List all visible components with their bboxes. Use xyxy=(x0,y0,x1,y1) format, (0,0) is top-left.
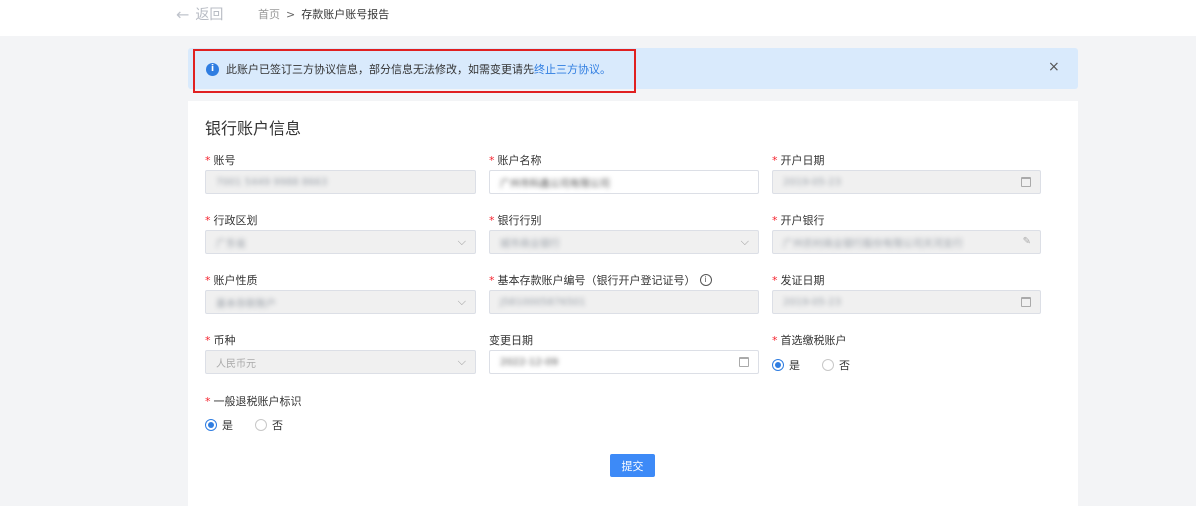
preferred-tax-no-label[interactable]: 否 xyxy=(839,357,850,373)
help-circle-icon[interactable]: i xyxy=(699,274,712,286)
bank-type-label: * 银行行别 xyxy=(489,212,542,228)
required-mark: * xyxy=(772,273,778,287)
required-mark: * xyxy=(489,273,495,287)
basic-account-no-field[interactable]: J5810005876501 xyxy=(489,290,759,314)
required-mark: * xyxy=(489,213,495,227)
breadcrumb-current: 存款账户账号报告 xyxy=(301,8,390,21)
refund-flag-label: * 一般退税账户标识 xyxy=(205,393,302,409)
account-name-field[interactable]: 广州市科鑫公司有限公司 xyxy=(489,170,759,194)
open-bank-value: 广州农村商业银行股份有限公司天河支行 xyxy=(783,238,963,250)
required-mark: * xyxy=(205,273,211,287)
calendar-icon xyxy=(1021,177,1031,187)
terminate-agreement-link[interactable]: 终止三方协议 xyxy=(534,63,600,76)
preferred-tax-no-radio[interactable] xyxy=(822,359,834,371)
required-mark: * xyxy=(205,213,211,227)
district-label: * 行政区划 xyxy=(205,212,258,228)
preferred-tax-yes-radio[interactable] xyxy=(772,359,784,371)
currency-label-text: 币种 xyxy=(213,334,236,347)
alert-message: 此账户已签订三方协议信息，部分信息无法修改，如需变更请先终止三方协议。 xyxy=(226,61,611,77)
account-name-label: * 账户名称 xyxy=(489,152,542,168)
required-mark: * xyxy=(205,394,211,408)
open-bank-field[interactable]: 广州农村商业银行股份有限公司天河支行 ✎ xyxy=(772,230,1041,254)
chevron-down-icon: ⌵ xyxy=(457,295,466,308)
open-date-field[interactable]: 2019-05-23 xyxy=(772,170,1041,194)
required-mark: * xyxy=(205,333,211,347)
account-nature-select[interactable]: 基本存款账户 ⌵ xyxy=(205,290,476,314)
info-icon: i xyxy=(206,63,219,76)
basic-account-no-value: J5810005876501 xyxy=(500,296,586,308)
required-mark: * xyxy=(772,153,778,167)
change-date-value: 2022-12-09 xyxy=(500,356,559,368)
calendar-icon xyxy=(739,357,749,367)
open-bank-label-text: 开户银行 xyxy=(780,214,825,227)
basic-account-no-label: * 基本存款账户编号（银行开户登记证号） i xyxy=(489,272,712,288)
chevron-down-icon: ⌵ xyxy=(740,235,749,248)
alert-message-suffix: 。 xyxy=(600,63,611,76)
account-name-value: 广州市科鑫公司有限公司 xyxy=(500,178,610,190)
back-label: 返回 xyxy=(195,7,224,23)
breadcrumb-home[interactable]: 首页 xyxy=(258,6,280,22)
district-select[interactable]: 广东省 ⌵ xyxy=(205,230,476,254)
change-date-field[interactable]: 2022-12-09 xyxy=(489,350,759,374)
preferred-tax-label: * 首选缴税账户 xyxy=(772,332,847,348)
alert-message-text: 此账户已签订三方协议信息，部分信息无法修改，如需变更请先 xyxy=(226,63,534,76)
account-no-value: 7001 5449 9988 8663 xyxy=(216,176,328,188)
bank-type-value: 城市商业银行 xyxy=(500,238,560,250)
open-date-label-text: 开户日期 xyxy=(780,154,825,167)
account-name-label-text: 账户名称 xyxy=(497,154,542,167)
breadcrumb: 首页 > 存款账户账号报告 xyxy=(258,6,389,22)
arrow-left-icon: ← xyxy=(176,4,190,24)
submit-button[interactable]: 提交 xyxy=(610,454,655,477)
preferred-tax-label-text: 首选缴税账户 xyxy=(780,334,847,347)
refund-flag-no-label[interactable]: 否 xyxy=(272,417,283,433)
chevron-down-icon: ⌵ xyxy=(457,235,466,248)
currency-label: * 币种 xyxy=(205,332,236,348)
issue-date-field[interactable]: 2019-05-23 xyxy=(772,290,1041,314)
account-no-label-text: 账号 xyxy=(213,154,236,167)
account-no-label: * 账号 xyxy=(205,152,236,168)
bank-type-select[interactable]: 城市商业银行 ⌵ xyxy=(489,230,759,254)
issue-date-label-text: 发证日期 xyxy=(780,274,825,287)
preferred-tax-yes-label[interactable]: 是 xyxy=(789,357,800,373)
issue-date-label: * 发证日期 xyxy=(772,272,825,288)
page-title: 银行账户信息 xyxy=(205,119,302,138)
change-date-label: 变更日期 xyxy=(489,332,533,348)
refund-flag-yes-radio[interactable] xyxy=(205,419,217,431)
edit-icon: ✎ xyxy=(1022,236,1031,247)
refund-flag-radio-group: 是 否 xyxy=(205,417,305,433)
required-mark: * xyxy=(772,213,778,227)
required-mark: * xyxy=(772,333,778,347)
account-nature-value: 基本存款账户 xyxy=(216,298,276,310)
account-no-field[interactable]: 7001 5449 9988 8663 xyxy=(205,170,476,194)
open-date-label: * 开户日期 xyxy=(772,152,825,168)
required-mark: * xyxy=(489,153,495,167)
issue-date-value: 2019-05-23 xyxy=(783,296,842,308)
chevron-down-icon: ⌵ xyxy=(457,355,466,368)
refund-flag-label-text: 一般退税账户标识 xyxy=(213,395,302,408)
refund-flag-yes-label[interactable]: 是 xyxy=(222,417,233,433)
preferred-tax-radio-group: 是 否 xyxy=(772,357,872,373)
open-bank-label: * 开户银行 xyxy=(772,212,825,228)
account-nature-label: * 账户性质 xyxy=(205,272,258,288)
district-label-text: 行政区划 xyxy=(213,214,258,227)
basic-account-no-label-text: 基本存款账户编号（银行开户登记证号） xyxy=(497,274,696,287)
required-mark: * xyxy=(205,153,211,167)
open-date-value: 2019-05-23 xyxy=(783,176,842,188)
account-nature-label-text: 账户性质 xyxy=(213,274,258,287)
refund-flag-no-radio[interactable] xyxy=(255,419,267,431)
breadcrumb-separator: > xyxy=(286,7,296,21)
bank-type-label-text: 银行行别 xyxy=(497,214,542,227)
close-icon[interactable]: × xyxy=(1048,59,1060,75)
back-button[interactable]: ← 返回 xyxy=(176,4,223,24)
district-value: 广东省 xyxy=(216,238,246,250)
calendar-icon xyxy=(1021,297,1031,307)
change-date-label-text: 变更日期 xyxy=(489,334,533,347)
currency-select[interactable]: 人民币元 ⌵ xyxy=(205,350,476,374)
currency-value: 人民币元 xyxy=(216,358,256,370)
